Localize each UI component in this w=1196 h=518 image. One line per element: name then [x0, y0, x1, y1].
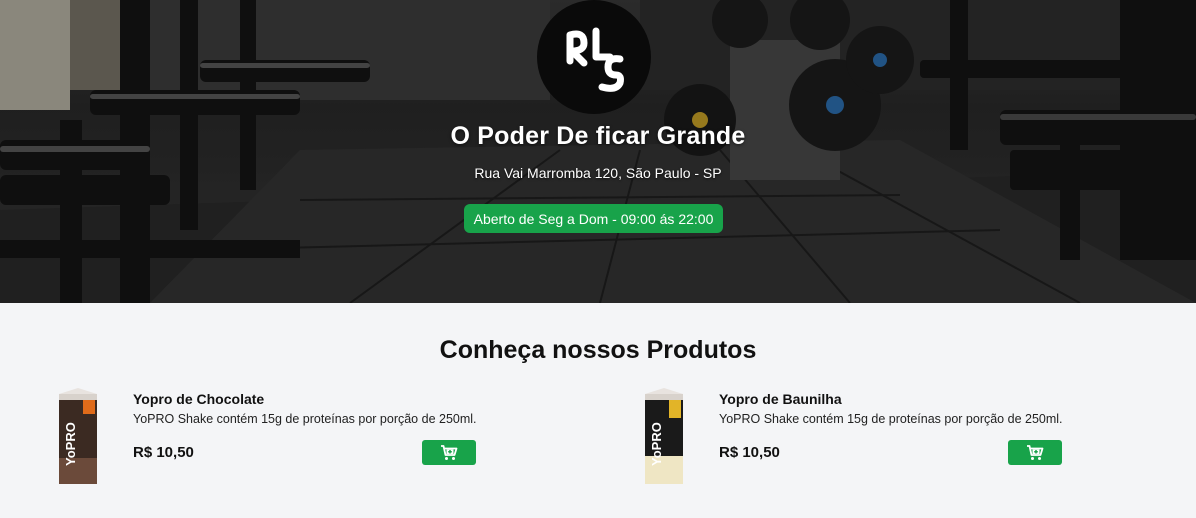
product-card-chocolate: YoPRO Yopro de Chocolate YoPRO Shake con…: [53, 388, 483, 488]
product-description: YoPRO Shake contém 15g de proteínas por …: [133, 412, 477, 426]
cart-plus-icon: [1027, 444, 1044, 460]
svg-text:YoPRO: YoPRO: [63, 422, 78, 466]
yopro-chocolate-carton-icon: YoPRO: [59, 388, 97, 484]
svg-text:YoPRO: YoPRO: [649, 422, 664, 466]
cart-plus-icon: [441, 444, 458, 460]
add-to-cart-button[interactable]: [1008, 440, 1062, 465]
rls-logo-icon: [537, 0, 651, 114]
add-to-cart-button[interactable]: [422, 440, 476, 465]
product-price: R$ 10,50: [133, 444, 194, 461]
product-description: YoPRO Shake contém 15g de proteínas por …: [719, 412, 1063, 426]
product-name: Yopro de Baunilha: [719, 391, 842, 407]
hero-banner: O Poder De ficar Grande Rua Vai Marromba…: [0, 0, 1196, 303]
hero-address: Rua Vai Marromba 120, São Paulo - SP: [474, 165, 722, 181]
product-price: R$ 10,50: [719, 444, 780, 461]
opening-hours-badge: Aberto de Seg a Dom - 09:00 ás 22:00: [464, 204, 723, 233]
products-section-title: Conheça nossos Produtos: [439, 336, 757, 364]
product-card-vanilla: YoPRO Yopro de Baunilha YoPRO Shake cont…: [639, 388, 1069, 488]
hero-title: O Poder De ficar Grande: [450, 122, 746, 150]
yopro-vanilla-carton-icon: YoPRO: [645, 388, 683, 484]
product-name: Yopro de Chocolate: [133, 391, 265, 407]
